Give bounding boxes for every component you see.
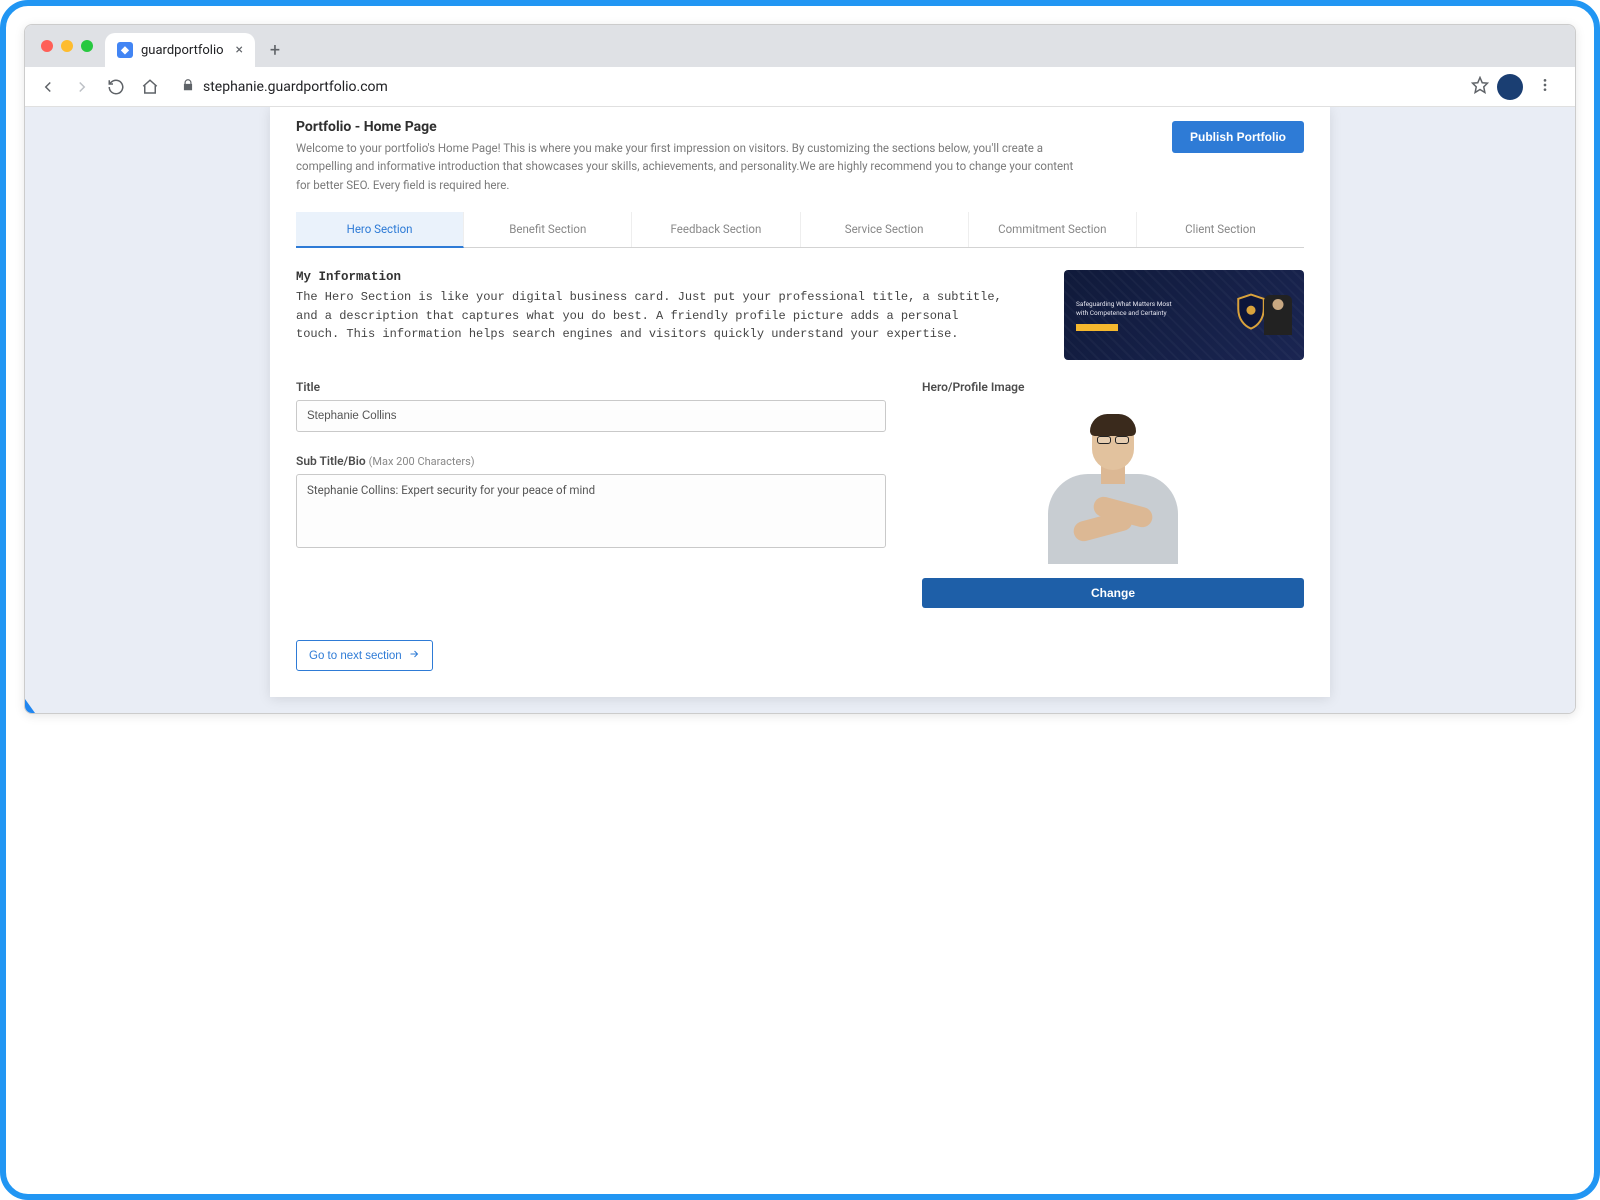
- address-bar[interactable]: stephanie.guardportfolio.com: [169, 72, 1467, 102]
- browser-window: ◆ guardportfolio × +: [24, 24, 1576, 714]
- preview-line-1: Safeguarding What Matters Most: [1076, 300, 1172, 309]
- preview-line-2: with Competence and Certainty: [1076, 309, 1172, 318]
- page-card: Portfolio - Home Page Welcome to your po…: [270, 107, 1330, 697]
- tab-benefit-section[interactable]: Benefit Section: [464, 212, 632, 247]
- lock-icon: [181, 78, 195, 96]
- screenshot-frame: ◆ guardportfolio × +: [0, 0, 1600, 1200]
- browser-viewport: Portfolio - Home Page Welcome to your po…: [25, 107, 1575, 713]
- subtitle-label-hint: (Max 200 Characters): [369, 455, 475, 468]
- publish-portfolio-button[interactable]: Publish Portfolio: [1172, 121, 1304, 153]
- hero-profile-image: [922, 400, 1304, 564]
- url-text: stephanie.guardportfolio.com: [203, 79, 388, 95]
- arrow-right-icon: [408, 648, 420, 663]
- next-section-label: Go to next section: [309, 650, 402, 662]
- browser-tab-title: guardportfolio: [141, 43, 224, 58]
- section-tabs: Hero Section Benefit Section Feedback Se…: [296, 212, 1304, 248]
- hero-section-body: My Information The Hero Section is like …: [296, 270, 1304, 360]
- page-title: Portfolio - Home Page: [296, 119, 1086, 135]
- tab-hero-section[interactable]: Hero Section: [296, 212, 464, 248]
- subtitle-label-text: Sub Title/Bio: [296, 454, 366, 468]
- hero-image-label: Hero/Profile Image: [922, 380, 1304, 394]
- hero-preview-thumbnail: Safeguarding What Matters Most with Comp…: [1064, 270, 1304, 360]
- page-description: Welcome to your portfolio's Home Page! T…: [296, 139, 1086, 194]
- browser-nav-bar: stephanie.guardportfolio.com: [25, 67, 1575, 107]
- nav-back-button[interactable]: [33, 72, 63, 102]
- nav-home-button[interactable]: [135, 72, 165, 102]
- page-header: Portfolio - Home Page Welcome to your po…: [296, 119, 1304, 194]
- bookmark-star-icon[interactable]: [1471, 76, 1489, 98]
- hero-form-row: Title Sub Title/Bio (Max 200 Characters): [296, 380, 1304, 608]
- favicon-icon: ◆: [117, 42, 133, 58]
- title-field-label: Title: [296, 380, 886, 394]
- browser-tab[interactable]: ◆ guardportfolio ×: [105, 33, 255, 67]
- window-maximize-icon[interactable]: [81, 40, 93, 52]
- traffic-lights: [41, 40, 93, 52]
- new-tab-button[interactable]: +: [261, 36, 289, 64]
- profile-avatar-placeholder: [1038, 404, 1188, 564]
- go-to-next-section-button[interactable]: Go to next section: [296, 640, 433, 671]
- preview-cta-bar: [1076, 324, 1118, 331]
- tab-close-icon[interactable]: ×: [236, 42, 243, 58]
- change-image-button[interactable]: Change: [922, 578, 1304, 608]
- shield-icon: [1234, 293, 1268, 337]
- title-input[interactable]: [296, 400, 886, 432]
- window-minimize-icon[interactable]: [61, 40, 73, 52]
- tab-service-section[interactable]: Service Section: [801, 212, 969, 247]
- browser-profile-avatar[interactable]: [1497, 74, 1523, 100]
- subtitle-textarea[interactable]: [296, 474, 886, 548]
- hero-info-description: The Hero Section is like your digital bu…: [296, 288, 1006, 344]
- tab-commitment-section[interactable]: Commitment Section: [969, 212, 1137, 247]
- tab-client-section[interactable]: Client Section: [1137, 212, 1304, 247]
- browser-menu-icon[interactable]: [1531, 77, 1559, 97]
- preview-guard-avatar: [1264, 295, 1292, 335]
- nav-reload-button[interactable]: [101, 72, 131, 102]
- selection-corner-indicator: [25, 699, 35, 713]
- window-close-icon[interactable]: [41, 40, 53, 52]
- subtitle-field-label: Sub Title/Bio (Max 200 Characters): [296, 454, 886, 468]
- hero-info-heading: My Information: [296, 270, 1036, 284]
- nav-forward-button[interactable]: [67, 72, 97, 102]
- tab-feedback-section[interactable]: Feedback Section: [632, 212, 800, 247]
- browser-tab-strip: ◆ guardportfolio × +: [25, 25, 1575, 67]
